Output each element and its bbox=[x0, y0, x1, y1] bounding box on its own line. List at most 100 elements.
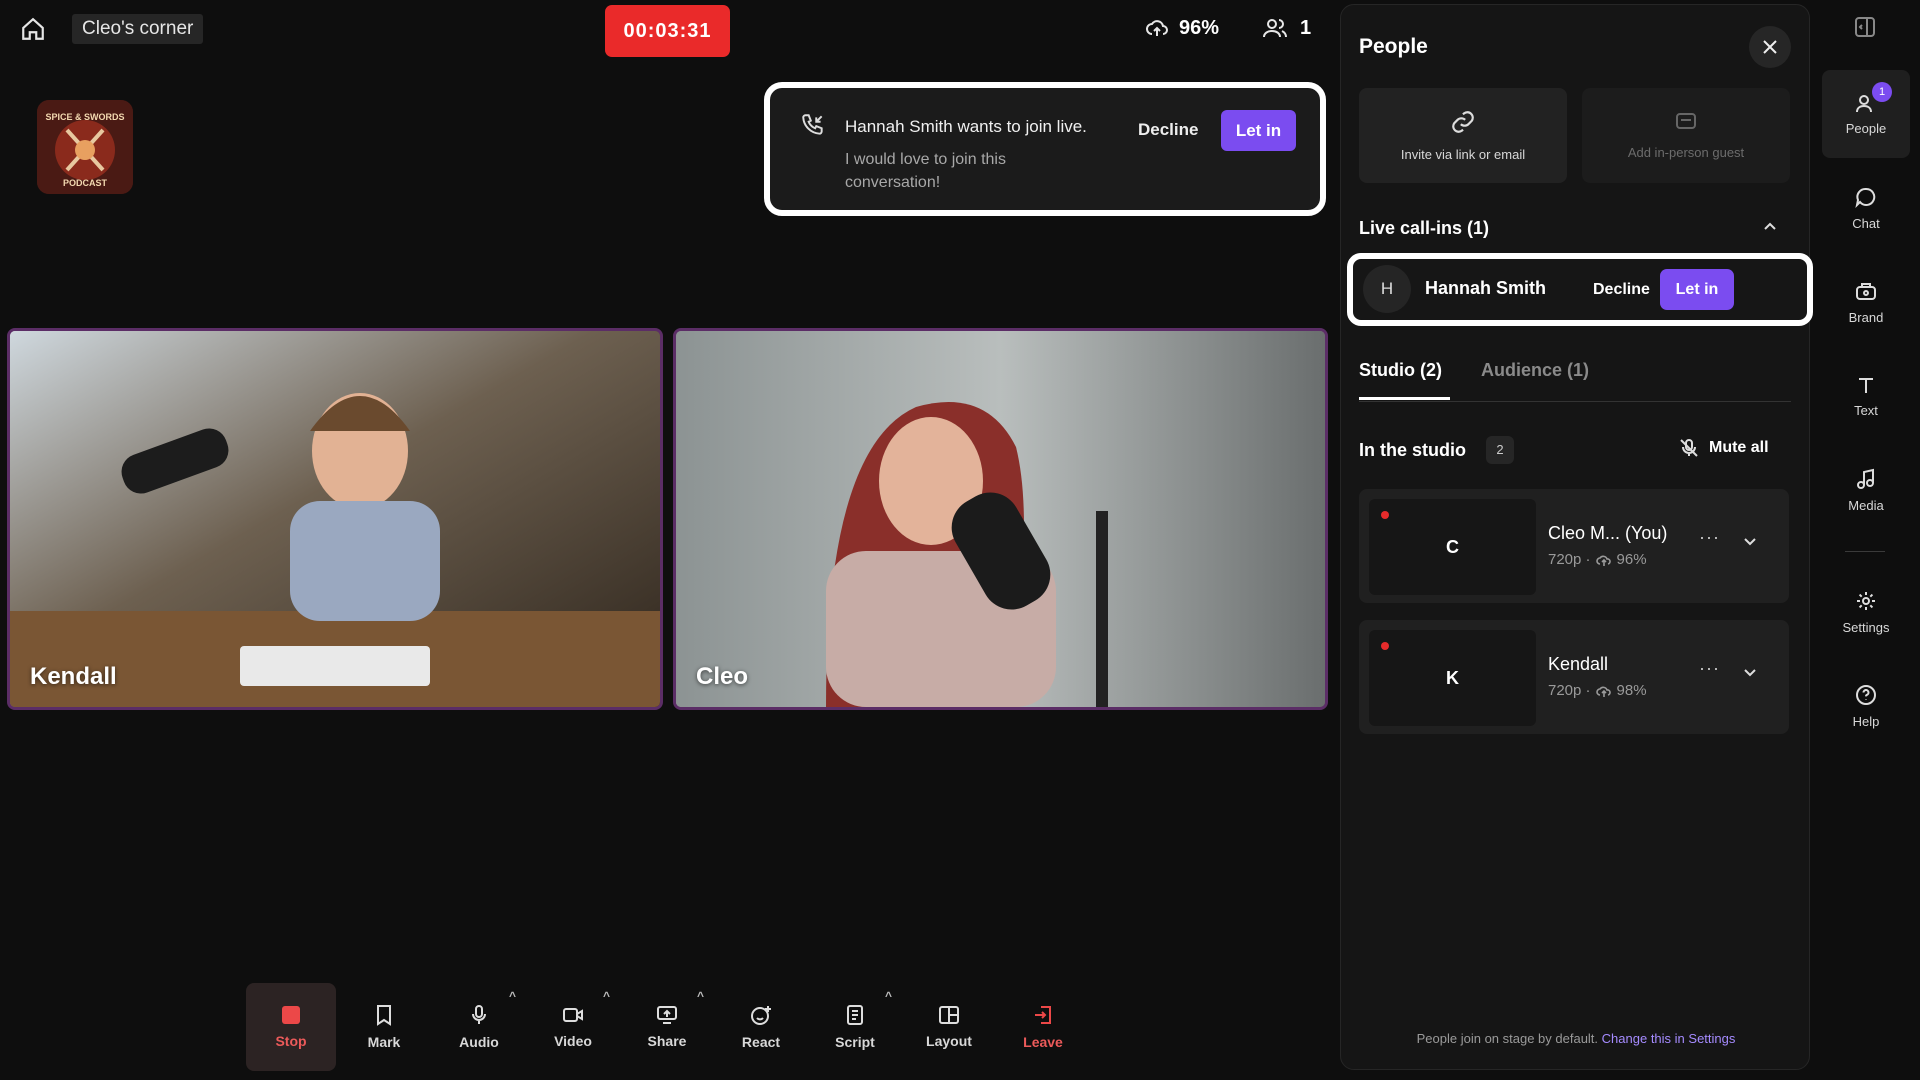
link-icon bbox=[1450, 109, 1476, 135]
upload-status: 96% bbox=[1145, 16, 1219, 40]
chevron-down-icon[interactable] bbox=[1742, 664, 1758, 680]
audio-button[interactable]: ^ Audio bbox=[434, 983, 524, 1071]
close-panel-button[interactable] bbox=[1749, 26, 1791, 68]
participant-name: Kendall bbox=[1548, 654, 1609, 674]
notification-letin-button[interactable]: Let in bbox=[1221, 110, 1296, 151]
kendall-video-feed bbox=[10, 331, 660, 707]
leave-button[interactable]: Leave bbox=[998, 983, 1088, 1071]
participant-card[interactable]: C Cleo M... (You) 720p · 96% ··· bbox=[1359, 489, 1789, 603]
participant-thumbnail: K bbox=[1369, 630, 1536, 726]
invite-link-button[interactable]: Invite via link or email bbox=[1359, 88, 1567, 183]
logo-text-top: SPICE & SWORDS bbox=[45, 112, 124, 122]
people-panel: People Invite via link or email Add in-p… bbox=[1340, 4, 1813, 1070]
in-person-guest-icon bbox=[1674, 111, 1698, 133]
share-label: Share bbox=[647, 1033, 687, 1049]
tile-name-kendall: Kendall bbox=[30, 663, 117, 690]
rail-settings[interactable]: Settings bbox=[1822, 568, 1910, 656]
footer-text: People join on stage by default. bbox=[1416, 1031, 1599, 1046]
share-options-caret[interactable]: ^ bbox=[697, 989, 704, 1003]
brand-kit-icon bbox=[1855, 280, 1877, 302]
people-badge: 1 bbox=[1872, 82, 1892, 102]
participant-thumbnail: C bbox=[1369, 499, 1536, 595]
podcast-logo: SPICE & SWORDS PODCAST bbox=[37, 100, 133, 194]
rail-media-label: Media bbox=[1848, 497, 1884, 513]
close-icon bbox=[1762, 39, 1778, 55]
mark-button[interactable]: Mark bbox=[339, 983, 429, 1071]
callin-letin-button[interactable]: Let in bbox=[1660, 269, 1734, 310]
notification-title: Hannah Smith wants to join live. bbox=[845, 117, 1087, 136]
participant-card[interactable]: K Kendall 720p · 98% ··· bbox=[1359, 620, 1789, 734]
help-circle-icon bbox=[1855, 684, 1877, 706]
leave-door-icon bbox=[1032, 1004, 1054, 1026]
upload-quality-value: 96% bbox=[1179, 16, 1220, 39]
chevron-up-icon[interactable] bbox=[1761, 217, 1779, 235]
tab-divider bbox=[1359, 401, 1791, 402]
layout-grid-icon bbox=[938, 1005, 960, 1025]
rail-settings-label: Settings bbox=[1842, 619, 1890, 635]
rail-people[interactable]: 1 People bbox=[1822, 70, 1910, 158]
rail-text[interactable]: Text bbox=[1822, 352, 1910, 440]
tab-studio[interactable]: Studio (2) bbox=[1359, 360, 1442, 381]
participant-count-value: 1 bbox=[1300, 16, 1312, 39]
react-button[interactable]: React bbox=[716, 983, 806, 1071]
in-studio-heading: In the studio bbox=[1359, 440, 1466, 460]
participant-counter[interactable]: 1 bbox=[1262, 16, 1311, 40]
add-guest-button[interactable]: Add in-person guest bbox=[1582, 88, 1790, 183]
recording-timer: 00:03:31 bbox=[605, 5, 730, 57]
video-tile-cleo[interactable]: Cleo bbox=[673, 328, 1328, 710]
cleo-video-feed bbox=[676, 331, 1325, 707]
rail-brand-label: Brand bbox=[1848, 309, 1884, 325]
script-button[interactable]: ^ Script bbox=[810, 983, 900, 1071]
more-options-icon[interactable]: ··· bbox=[1699, 658, 1720, 679]
screen-share-icon bbox=[656, 1005, 678, 1025]
video-options-caret[interactable]: ^ bbox=[603, 989, 610, 1003]
logo-text-bottom: PODCAST bbox=[63, 178, 108, 188]
chevron-down-icon[interactable] bbox=[1742, 533, 1758, 549]
video-button[interactable]: ^ Video bbox=[528, 983, 618, 1071]
rail-media[interactable]: Media bbox=[1822, 446, 1910, 534]
rail-people-label: People bbox=[1845, 120, 1887, 136]
video-label: Video bbox=[554, 1033, 592, 1049]
stop-recording-button[interactable]: Stop bbox=[246, 983, 336, 1071]
panel-toggle-icon[interactable] bbox=[1854, 16, 1876, 38]
rail-brand[interactable]: Brand bbox=[1822, 258, 1910, 346]
upload-cloud-icon bbox=[1595, 684, 1612, 698]
upload-cloud-icon bbox=[1595, 553, 1612, 567]
settings-link[interactable]: Change this in Settings bbox=[1602, 1031, 1736, 1046]
bookmark-icon bbox=[374, 1004, 394, 1026]
panel-footer: People join on stage by default. Change … bbox=[1341, 1031, 1811, 1046]
emoji-react-icon bbox=[750, 1004, 772, 1026]
notification-decline-button[interactable]: Decline bbox=[1128, 110, 1208, 150]
video-tile-kendall[interactable]: Kendall bbox=[7, 328, 663, 710]
studio-name[interactable]: Cleo's corner bbox=[72, 14, 204, 44]
incoming-call-icon bbox=[800, 112, 826, 138]
gear-icon bbox=[1855, 590, 1877, 612]
users-icon bbox=[1262, 16, 1288, 40]
callin-decline-button[interactable]: Decline bbox=[1583, 271, 1660, 309]
participant-name: Cleo M... (You) bbox=[1548, 523, 1668, 543]
participant-resolution: 720p · bbox=[1548, 551, 1591, 568]
music-note-icon bbox=[1856, 468, 1876, 490]
rail-help-label: Help bbox=[1852, 713, 1880, 729]
audio-options-caret[interactable]: ^ bbox=[509, 989, 516, 1003]
share-button[interactable]: ^ Share bbox=[622, 983, 712, 1071]
rail-chat[interactable]: Chat bbox=[1822, 164, 1910, 252]
in-studio-count-badge: 2 bbox=[1486, 436, 1514, 464]
mute-all-button[interactable]: Mute all bbox=[1679, 438, 1769, 458]
mic-off-icon bbox=[1679, 438, 1699, 458]
audio-label: Audio bbox=[459, 1034, 499, 1050]
leave-label: Leave bbox=[1023, 1034, 1063, 1050]
tab-audience[interactable]: Audience (1) bbox=[1481, 360, 1589, 381]
react-label: React bbox=[741, 1034, 781, 1050]
recording-dot bbox=[1381, 642, 1389, 650]
more-options-icon[interactable]: ··· bbox=[1699, 527, 1720, 548]
upload-cloud-icon bbox=[1145, 16, 1169, 40]
script-options-caret[interactable]: ^ bbox=[885, 989, 892, 1003]
participant-resolution: 720p · bbox=[1548, 682, 1591, 699]
participant-quality: 96% bbox=[1616, 551, 1647, 568]
home-icon[interactable] bbox=[18, 14, 48, 44]
layout-label: Layout bbox=[926, 1033, 972, 1049]
rail-help[interactable]: Help bbox=[1822, 662, 1910, 750]
script-document-icon bbox=[845, 1004, 865, 1026]
layout-button[interactable]: Layout bbox=[904, 983, 994, 1071]
